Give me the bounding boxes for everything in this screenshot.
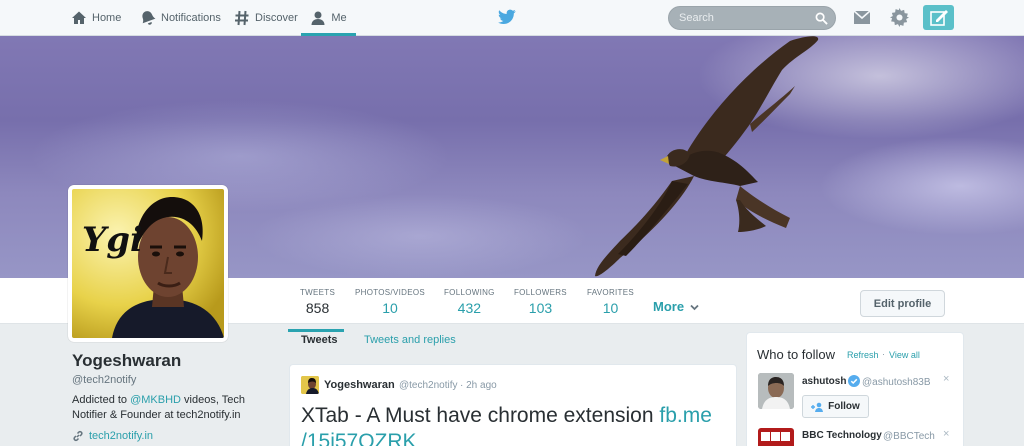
- tweet-body: XTab - A Must have chrome extension: [301, 404, 660, 427]
- more-label: More: [653, 299, 685, 314]
- hashtag-icon: [235, 10, 249, 26]
- tweet-author-handle[interactable]: @tech2notify: [399, 380, 458, 391]
- profile-avatar[interactable]: Ygi: [68, 185, 228, 342]
- who-to-follow-panel: Who to follow Refresh · View all ashutos…: [746, 332, 964, 446]
- notifications-icon: [142, 11, 156, 25]
- tweet-avatar[interactable]: [301, 376, 319, 394]
- stat-tweets-value: 858: [305, 300, 330, 316]
- dismiss-suggestion-button[interactable]: ×: [943, 373, 949, 385]
- twitter-bird-icon[interactable]: [498, 9, 516, 25]
- suggestion-avatar-image: [758, 373, 794, 409]
- gear-icon[interactable]: [890, 8, 909, 27]
- tweet-timestamp[interactable]: · 2h ago: [460, 380, 497, 391]
- nav-home[interactable]: Home: [71, 0, 121, 36]
- bbc-logo: [761, 432, 791, 441]
- stat-following-label: FOLLOWING: [444, 288, 495, 297]
- edit-profile-button[interactable]: Edit profile: [860, 290, 945, 317]
- nav-me[interactable]: Me: [301, 0, 356, 36]
- home-icon: [72, 11, 86, 24]
- person-icon: [311, 11, 325, 25]
- suggestion-name[interactable]: ashutosh: [802, 376, 846, 387]
- nav-me-label: Me: [331, 12, 347, 24]
- stat-following-value: 432: [457, 300, 482, 316]
- nav-home-label: Home: [92, 12, 122, 24]
- separator-dot: ·: [882, 349, 885, 359]
- stat-followers-value: 103: [528, 300, 553, 316]
- stat-favorites[interactable]: FAVORITES 10: [587, 288, 634, 316]
- who-to-follow-title: Who to follow: [757, 347, 836, 362]
- verified-icon: [848, 375, 860, 387]
- bio-text-start: Addicted to: [72, 394, 131, 406]
- nav-notifications[interactable]: Notifications: [140, 0, 221, 36]
- nav-discover-label: Discover: [255, 12, 298, 24]
- stat-following[interactable]: FOLLOWING 432: [444, 288, 495, 316]
- avatar-photo: Ygi: [72, 189, 224, 338]
- tab-tweets-and-replies[interactable]: Tweets and replies: [364, 334, 456, 346]
- stat-photos-videos-label: PHOTOS/VIDEOS: [355, 288, 425, 297]
- suggestion-handle-bbc[interactable]: @BBCTech: [883, 431, 935, 442]
- kite-bird-image: [595, 36, 819, 277]
- link-icon: [73, 430, 83, 442]
- tweet-item[interactable]: Yogeshwaran @tech2notify · 2h ago XTab -…: [289, 364, 737, 446]
- bio-mention-link[interactable]: @MKBHD: [130, 394, 181, 406]
- stat-photos-videos[interactable]: PHOTOS/VIDEOS 10: [355, 288, 425, 316]
- stat-favorites-value: 10: [602, 300, 619, 316]
- refresh-link[interactable]: Refresh: [847, 350, 879, 360]
- nav-notifications-label: Notifications: [161, 12, 221, 24]
- stat-photos-videos-value: 10: [382, 300, 398, 316]
- profile-url-link[interactable]: tech2notify.in: [72, 430, 153, 442]
- signature-mark: Ygi: [82, 220, 143, 260]
- profile-handle: @tech2notify: [72, 374, 137, 386]
- compose-icon: [929, 9, 948, 26]
- tab-tweets[interactable]: Tweets: [301, 334, 337, 346]
- compose-tweet-button[interactable]: [923, 5, 954, 30]
- profile-bio: Addicted to @MKBHD videos, Tech Notifier…: [72, 393, 262, 423]
- suggestion-handle[interactable]: @ashutosh83B: [862, 377, 931, 388]
- suggestion-name-bbc[interactable]: BBC Technology: [802, 430, 882, 441]
- suggestion-avatar[interactable]: [758, 373, 794, 409]
- nav-discover[interactable]: Discover: [234, 0, 298, 36]
- suggestion-avatar-bbc[interactable]: [758, 428, 794, 446]
- profile-name: Yogeshwaran: [72, 351, 182, 370]
- tweet-avatar-image: [301, 376, 319, 394]
- tweet-link[interactable]: fb.me: [659, 404, 712, 427]
- search-icon[interactable]: [815, 12, 828, 25]
- search-input[interactable]: Search: [668, 6, 836, 30]
- stat-followers-label: FOLLOWERS: [514, 288, 567, 297]
- tweet-author-name[interactable]: Yogeshwaran: [324, 379, 395, 391]
- tweet-link-continued[interactable]: /15i57QZRK: [301, 430, 417, 446]
- search-placeholder: Search: [679, 12, 714, 24]
- stat-followers[interactable]: FOLLOWERS 103: [514, 288, 567, 316]
- messages-icon[interactable]: [853, 10, 871, 25]
- dismiss-suggestion-bbc-button[interactable]: ×: [943, 428, 949, 440]
- timeline-tabs: Tweets Tweets and replies: [289, 325, 737, 355]
- follow-button[interactable]: Follow: [802, 395, 869, 418]
- stat-tweets[interactable]: TWEETS 858: [288, 288, 344, 332]
- chevron-down-icon: [690, 304, 699, 311]
- stat-tweets-label: TWEETS: [300, 288, 336, 297]
- view-all-link[interactable]: View all: [889, 350, 920, 360]
- top-navigation-bar: Home Notifications Discover Me Search: [0, 0, 1024, 36]
- more-dropdown[interactable]: More: [653, 299, 699, 314]
- profile-url: tech2notify.in: [89, 430, 154, 442]
- tweet-text: XTab - A Must have chrome extension fb.m…: [301, 403, 731, 446]
- stat-favorites-label: FAVORITES: [587, 288, 635, 297]
- follow-user-icon: [811, 402, 824, 412]
- follow-button-label: Follow: [828, 401, 860, 412]
